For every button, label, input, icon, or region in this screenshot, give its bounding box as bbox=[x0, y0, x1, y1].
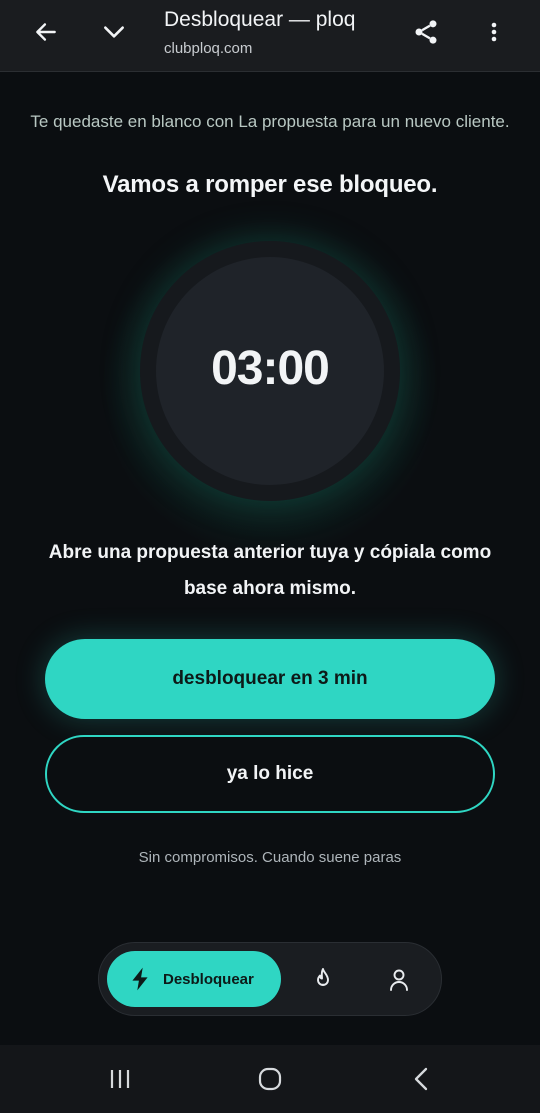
unblock-3-min-button[interactable]: desbloquear en 3 min bbox=[45, 639, 495, 719]
more-options-icon[interactable] bbox=[474, 12, 514, 52]
tab-desbloquear-label: Desbloquear bbox=[163, 970, 254, 988]
browser-toolbar: Desbloquear — ploq clubploq.com bbox=[0, 0, 540, 72]
page-title: Desbloquear — ploq bbox=[164, 8, 356, 31]
back-arrow-icon[interactable] bbox=[26, 12, 66, 52]
instruction-text: Abre una propuesta anterior tuya y cópia… bbox=[48, 542, 492, 599]
main-content: Te quedaste en blanco con La propuesta p… bbox=[0, 73, 540, 1045]
bottom-tab-bar: Desbloquear bbox=[98, 942, 442, 1016]
share-icon[interactable] bbox=[406, 12, 446, 52]
user-icon[interactable] bbox=[385, 966, 413, 994]
nav-back-icon[interactable] bbox=[402, 1063, 442, 1095]
page-url: clubploq.com bbox=[164, 40, 253, 57]
headline: Vamos a romper ese bloqueo. bbox=[102, 171, 438, 198]
flame-icon[interactable] bbox=[309, 966, 337, 994]
system-navigation-bar bbox=[0, 1045, 540, 1113]
tab-desbloquear[interactable]: Desbloquear bbox=[107, 951, 281, 1007]
chevron-down-icon[interactable] bbox=[94, 12, 134, 52]
home-icon[interactable] bbox=[250, 1063, 290, 1095]
timer-display: 03:00 bbox=[211, 342, 330, 395]
already-done-button[interactable]: ya lo hice bbox=[45, 735, 495, 813]
intro-text: Te quedaste en blanco con La propuesta p… bbox=[30, 112, 510, 131]
bolt-icon bbox=[127, 966, 153, 992]
footnote-text: Sin compromisos. Cuando suene paras bbox=[138, 849, 402, 866]
recent-apps-icon[interactable] bbox=[100, 1063, 140, 1095]
